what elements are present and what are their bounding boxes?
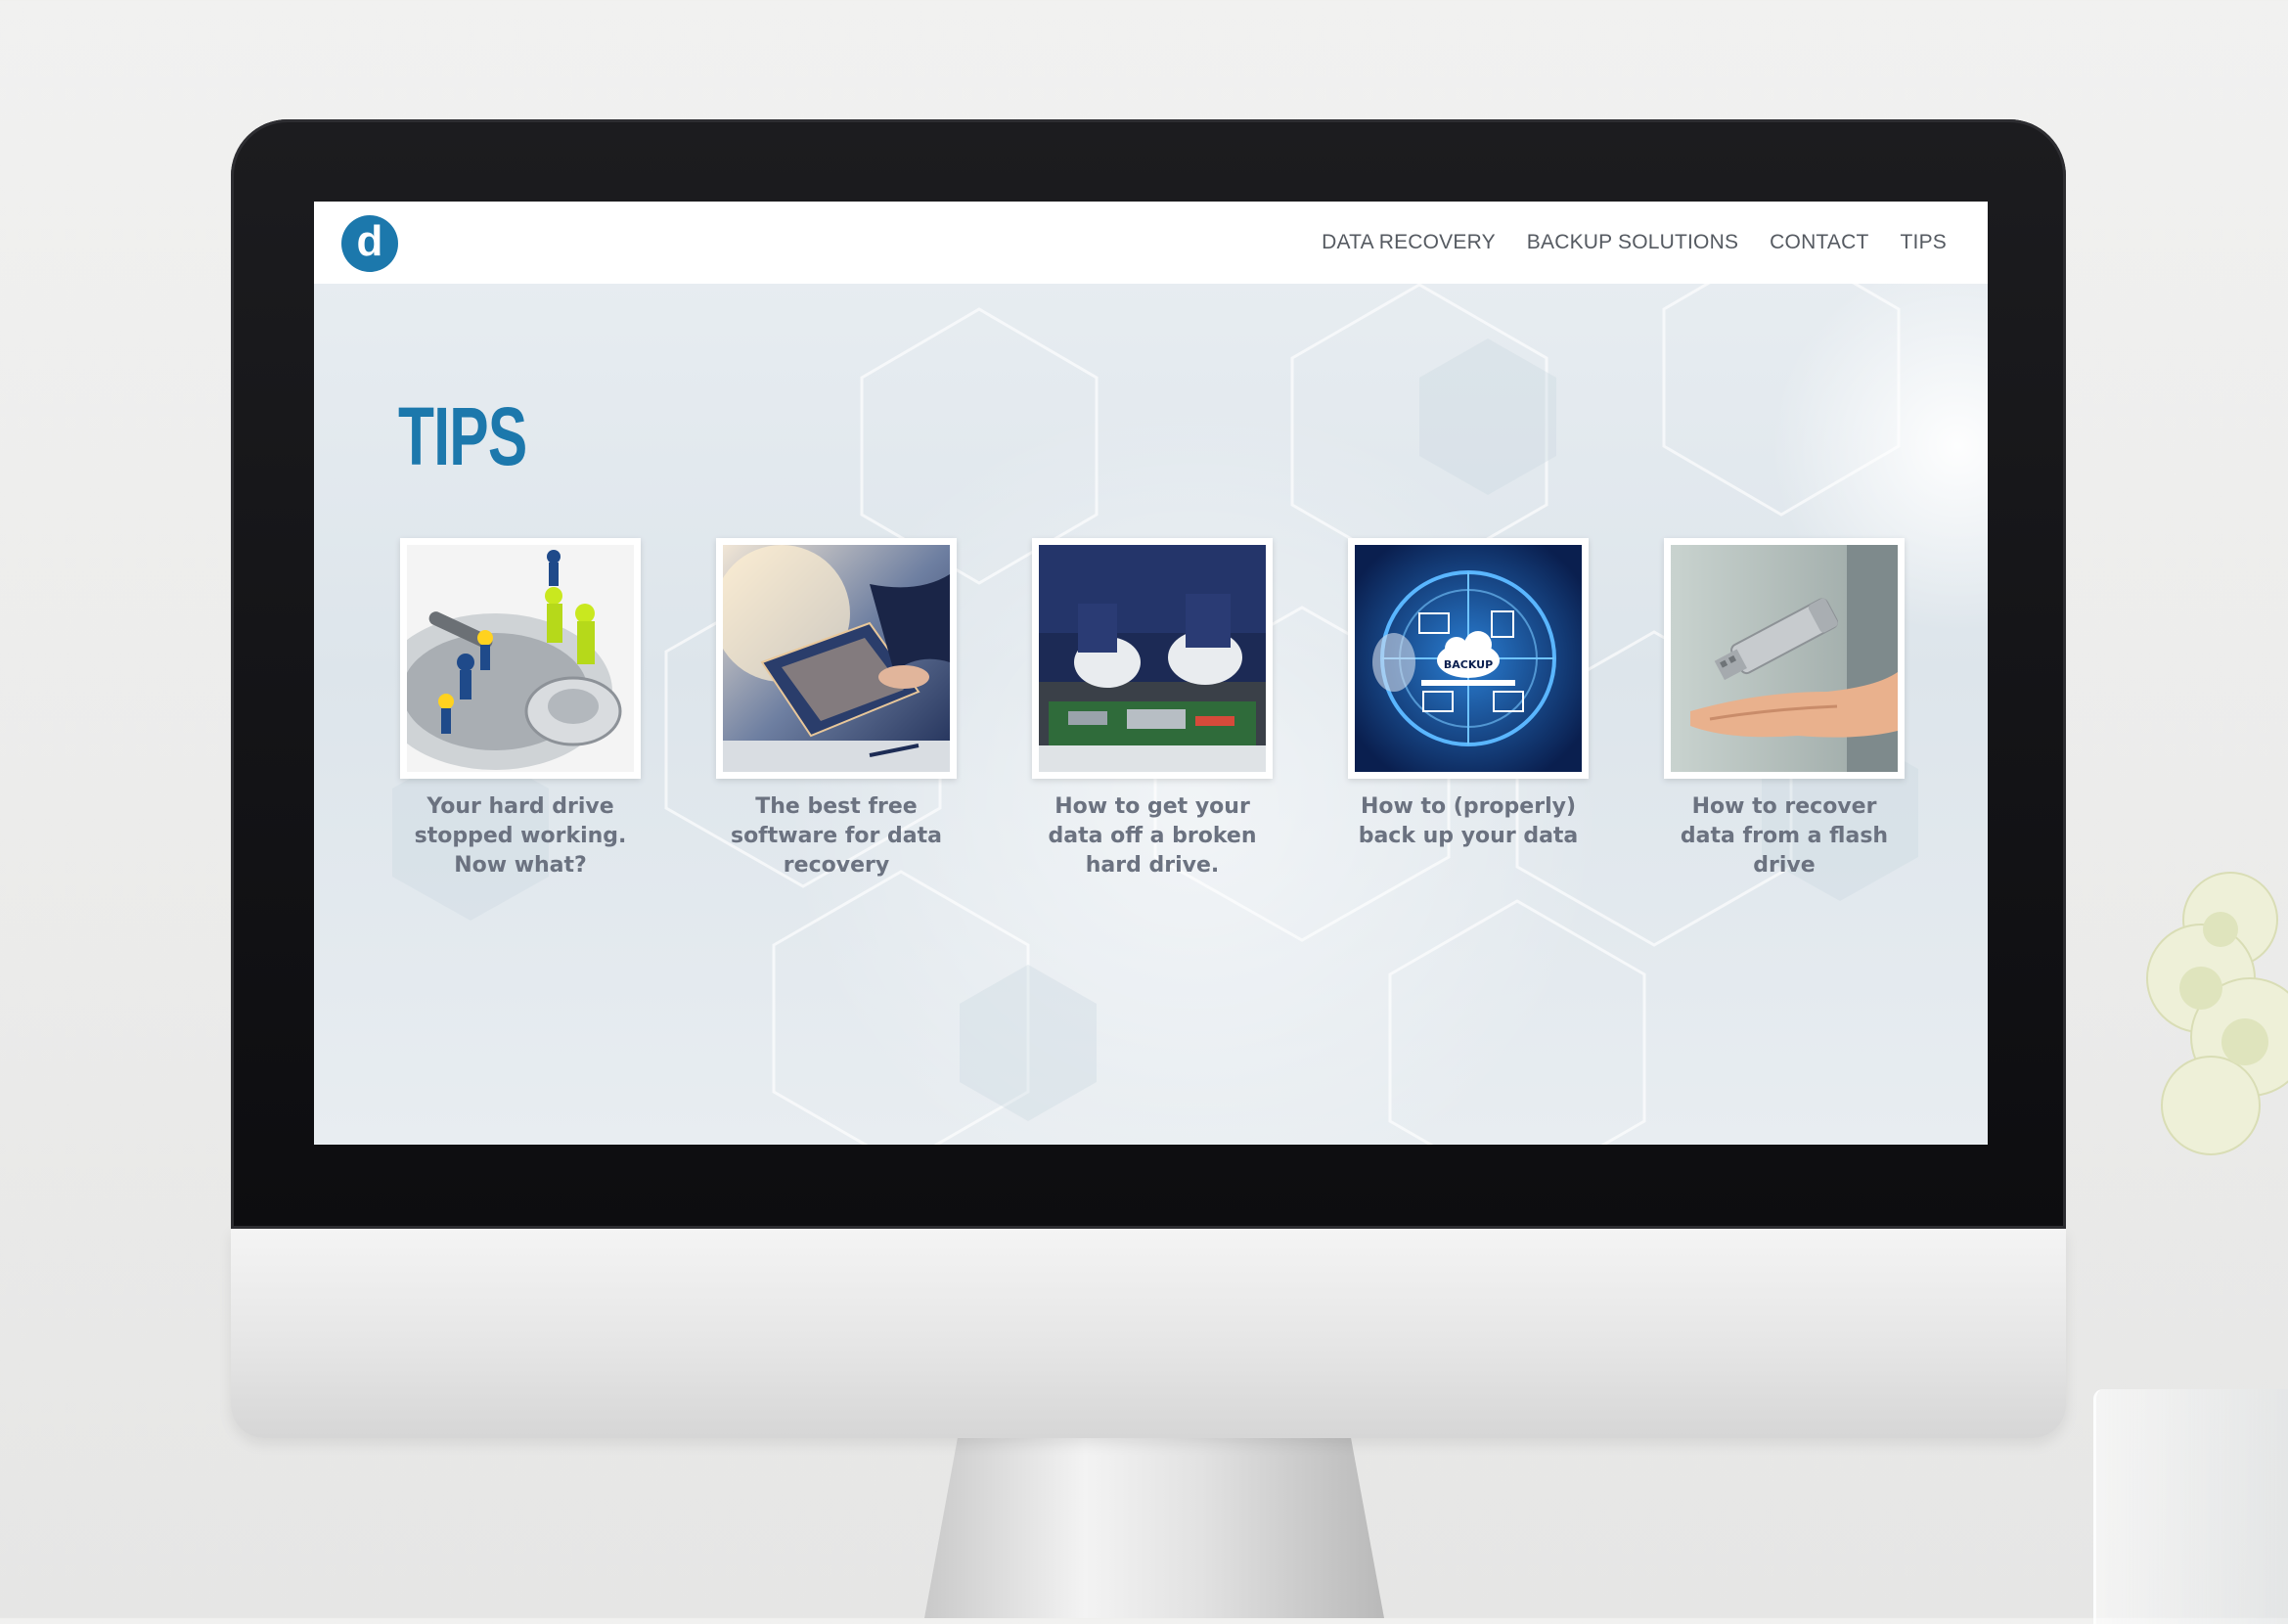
gloved-hands-repair-image (1039, 545, 1266, 772)
monitor-stand (924, 1419, 1384, 1618)
tips-cards: Your hard drive stopped working. Now wha… (314, 538, 1988, 949)
tip-caption[interactable]: The best free software for data recovery (712, 792, 961, 880)
page-title: TIPS (398, 390, 527, 482)
nav-tips[interactable]: TIPS (1901, 231, 1947, 254)
flowers-decoration (2146, 872, 2288, 1155)
tip-caption[interactable]: How to recover data from a flash drive (1660, 792, 1908, 880)
tip-thumbnail[interactable]: BACKUP (1348, 538, 1589, 779)
tip-card[interactable]: Your hard drive stopped working. Now wha… (396, 538, 645, 880)
hard-drive-workers-image (407, 545, 634, 772)
nav-backup-solutions[interactable]: BACKUP SOLUTIONS (1527, 231, 1738, 254)
tip-card[interactable]: BACKUP How to (properly) back up your da… (1344, 538, 1593, 851)
tip-thumbnail[interactable] (716, 538, 957, 779)
tip-thumbnail[interactable] (400, 538, 641, 779)
tip-caption[interactable]: How to get your data off a broken hard d… (1028, 792, 1277, 880)
tip-thumbnail[interactable] (1664, 538, 1905, 779)
nav-data-recovery[interactable]: DATA RECOVERY (1322, 231, 1496, 254)
monitor-screen: d DATA RECOVERY BACKUP SOLUTIONS CONTACT… (314, 202, 1988, 1145)
tip-caption[interactable]: How to (properly) back up your data (1344, 792, 1593, 851)
monitor-chin (231, 1228, 2066, 1438)
tip-card[interactable]: How to get your data off a broken hard d… (1028, 538, 1277, 880)
site-header: d DATA RECOVERY BACKUP SOLUTIONS CONTACT… (314, 202, 1988, 284)
tip-card[interactable]: How to recover data from a flash drive (1660, 538, 1908, 880)
tip-thumbnail[interactable] (1032, 538, 1273, 779)
glass-decoration (2093, 1389, 2288, 1624)
logo-letter: d (356, 217, 383, 265)
tip-card[interactable]: The best free software for data recovery (712, 538, 961, 880)
flash-drive-hand-image (1671, 545, 1898, 772)
laptop-hands-image (723, 545, 950, 772)
nav-contact[interactable]: CONTACT (1770, 231, 1868, 254)
main-nav: DATA RECOVERY BACKUP SOLUTIONS CONTACT T… (1322, 202, 1947, 284)
logo[interactable]: d (341, 215, 398, 272)
backup-label: BACKUP (1444, 658, 1493, 671)
tip-caption[interactable]: Your hard drive stopped working. Now wha… (396, 792, 645, 880)
cloud-backup-network-image: BACKUP (1355, 545, 1582, 772)
